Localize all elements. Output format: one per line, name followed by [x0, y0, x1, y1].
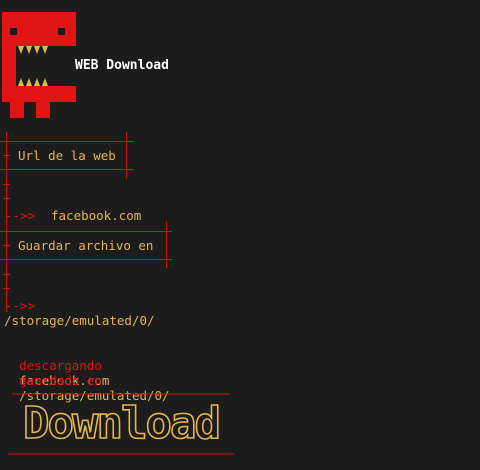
download-banner: Download — [8, 390, 238, 462]
save-label: Guardar archivo en — [18, 238, 154, 253]
app-title: WEB Download — [75, 58, 169, 73]
url-arrow: -->> — [5, 208, 36, 223]
monster-logo-icon — [2, 12, 78, 124]
download-banner-text: Download — [23, 398, 219, 449]
save-arrow: -->> — [5, 298, 36, 313]
save-path-input[interactable]: /storage/emulated/0/ — [4, 313, 155, 328]
url-input-value[interactable]: facebook.com — [51, 208, 141, 223]
url-label: Url de la web — [18, 148, 116, 163]
saved-word: guardado en — [19, 373, 102, 388]
